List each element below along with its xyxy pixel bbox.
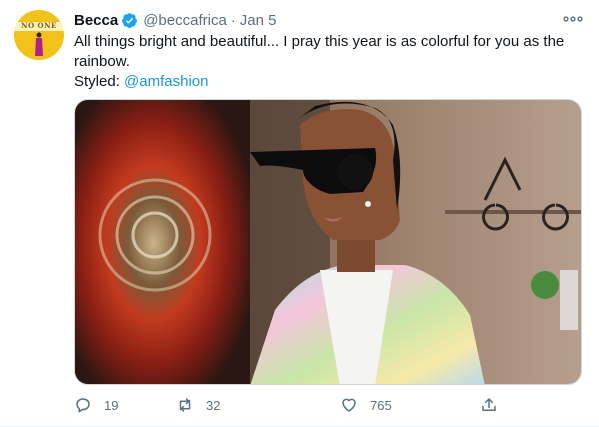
like-count: 765 — [370, 397, 392, 413]
styled-credit: Styled: @amfashion — [74, 72, 579, 92]
retweet-count: 32 — [206, 397, 221, 413]
comment-bubble-icon — [76, 398, 90, 413]
share-button[interactable] — [480, 393, 498, 417]
tweet-header: Becca @beccafrica · Jan 5 — [74, 10, 277, 30]
tweet-text-line: All things bright and beautiful... I pra… — [74, 33, 565, 50]
verified-badge-icon — [121, 12, 138, 29]
share-upload-icon — [482, 398, 496, 411]
author-name[interactable]: Becca — [74, 12, 118, 29]
mention-link[interactable]: @amfashion — [124, 73, 208, 90]
reply-count: 19 — [104, 397, 119, 413]
retweet-button[interactable]: 32 — [176, 393, 220, 417]
heart-outline-icon — [342, 398, 356, 412]
tweet-card[interactable]: NO ONE Becca @beccafrica · Jan 5 All thi… — [0, 0, 599, 427]
avatar-figure-icon — [35, 32, 43, 56]
like-button[interactable]: 765 — [340, 393, 392, 417]
styled-prefix: Styled: — [74, 73, 125, 90]
photo-image — [75, 100, 581, 384]
more-options-button[interactable] — [562, 10, 584, 28]
header-separator: · — [230, 11, 236, 29]
tweet-text: All things bright and beautiful... I pra… — [74, 32, 579, 92]
more-horizontal-icon — [563, 16, 583, 22]
author-handle[interactable]: @beccafrica — [143, 12, 227, 29]
tweet-text-line: rainbow. — [74, 53, 130, 70]
tweet-actions: 19 32 765 — [74, 393, 514, 417]
reply-button[interactable]: 19 — [74, 393, 118, 417]
tweet-date[interactable]: Jan 5 — [240, 12, 277, 29]
tweet-photo[interactable] — [74, 99, 582, 385]
retweet-arrows-icon — [179, 398, 191, 412]
avatar-logo-text: NO ONE — [21, 21, 57, 30]
avatar[interactable]: NO ONE — [14, 10, 64, 60]
